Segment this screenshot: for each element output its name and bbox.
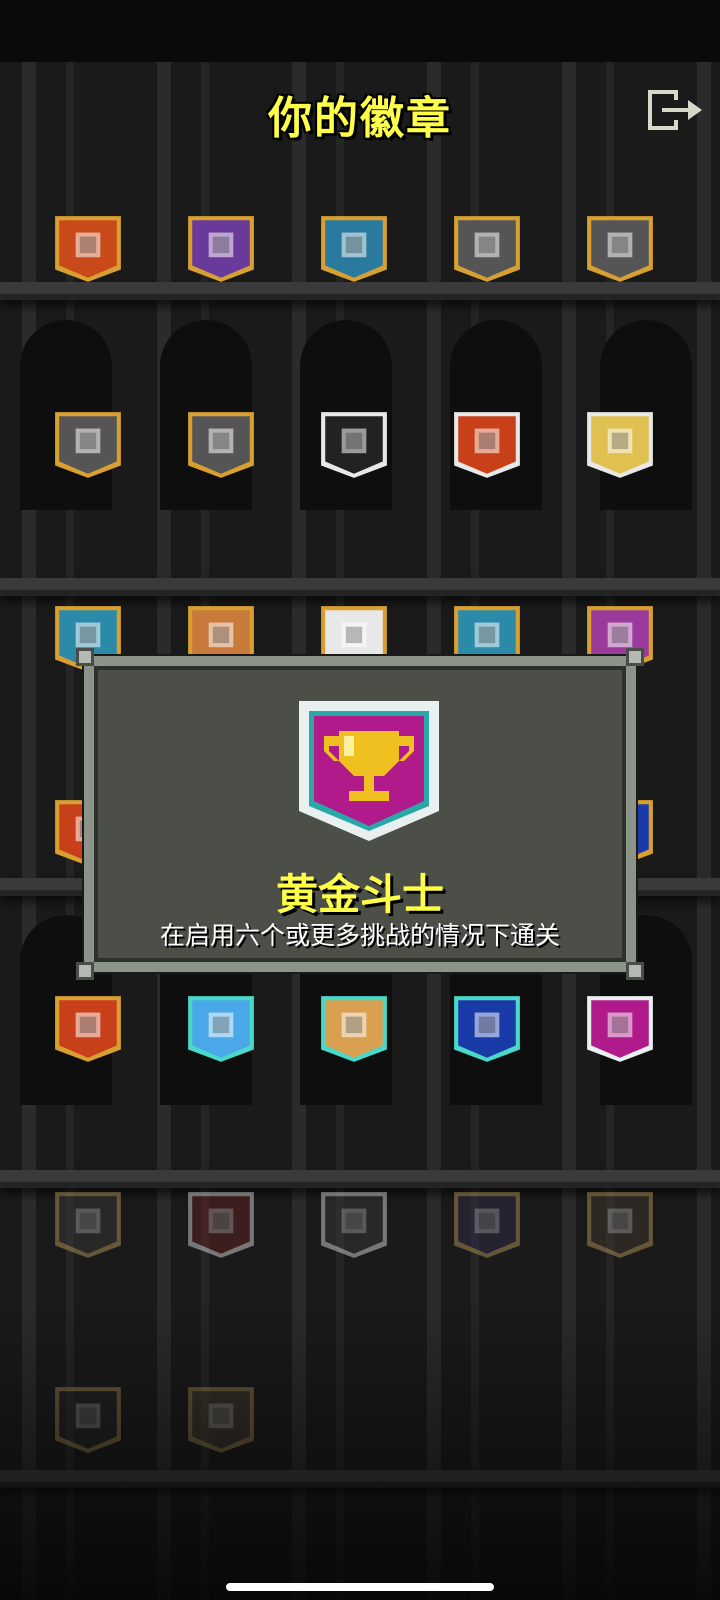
cross-icon [55,996,121,1062]
mask-icon [188,1192,254,1258]
badge-slot[interactable] [317,1188,391,1262]
exit-arrow-icon [648,90,702,130]
badge-slot[interactable] [583,992,657,1066]
badge-slot[interactable] [450,408,524,482]
badge-detail-dialog[interactable]: 黄金斗士 在启用六个或更多挑战的情况下通关 [76,648,644,980]
cloud-icon [188,996,254,1062]
badge-slot[interactable] [51,408,125,482]
trophy-icon [587,996,653,1062]
badge-slot[interactable] [51,1188,125,1262]
trophy-icon [299,701,439,841]
door-icon [321,996,387,1062]
cross-icon [454,412,520,478]
huntress-face-icon [321,216,387,282]
home-indicator[interactable] [226,1583,494,1591]
trophy-badge-large [294,696,444,846]
character-icon [55,1192,121,1258]
skull-icon [321,412,387,478]
badge-slot[interactable] [583,1188,657,1262]
potion-icon [587,216,653,282]
warrior-face-icon [55,216,121,282]
badge-slot[interactable] [317,992,391,1066]
gem-icon [454,996,520,1062]
badge-slot[interactable] [450,1188,524,1262]
skull-icon [55,412,121,478]
seed-icon [188,412,254,478]
badge-slot[interactable] [184,992,258,1066]
face-icon [587,412,653,478]
exit-button[interactable] [644,86,706,134]
badge-slot[interactable] [51,212,125,286]
badge-slot[interactable] [450,212,524,286]
arrow-up-icon [454,1192,520,1258]
flame-icon [454,216,520,282]
heart-icon [321,1192,387,1258]
badge-slot[interactable] [184,212,258,286]
badge-slot[interactable] [583,212,657,286]
badge-slot[interactable] [51,992,125,1066]
badge-slot[interactable] [317,212,391,286]
badge-slot[interactable] [317,408,391,482]
badge-slot[interactable] [184,1188,258,1262]
badge-slot[interactable] [184,408,258,482]
badge-slot[interactable] [583,408,657,482]
badge-description: 在启用六个或更多挑战的情况下通关 [159,921,560,950]
bottom-fade [0,1300,720,1600]
mage-face-icon [188,216,254,282]
seed-icon [587,1192,653,1258]
page-title: 你的徽章 [268,93,452,144]
badge-slot[interactable] [450,992,524,1066]
badge-title: 黄金斗士 [275,870,444,919]
